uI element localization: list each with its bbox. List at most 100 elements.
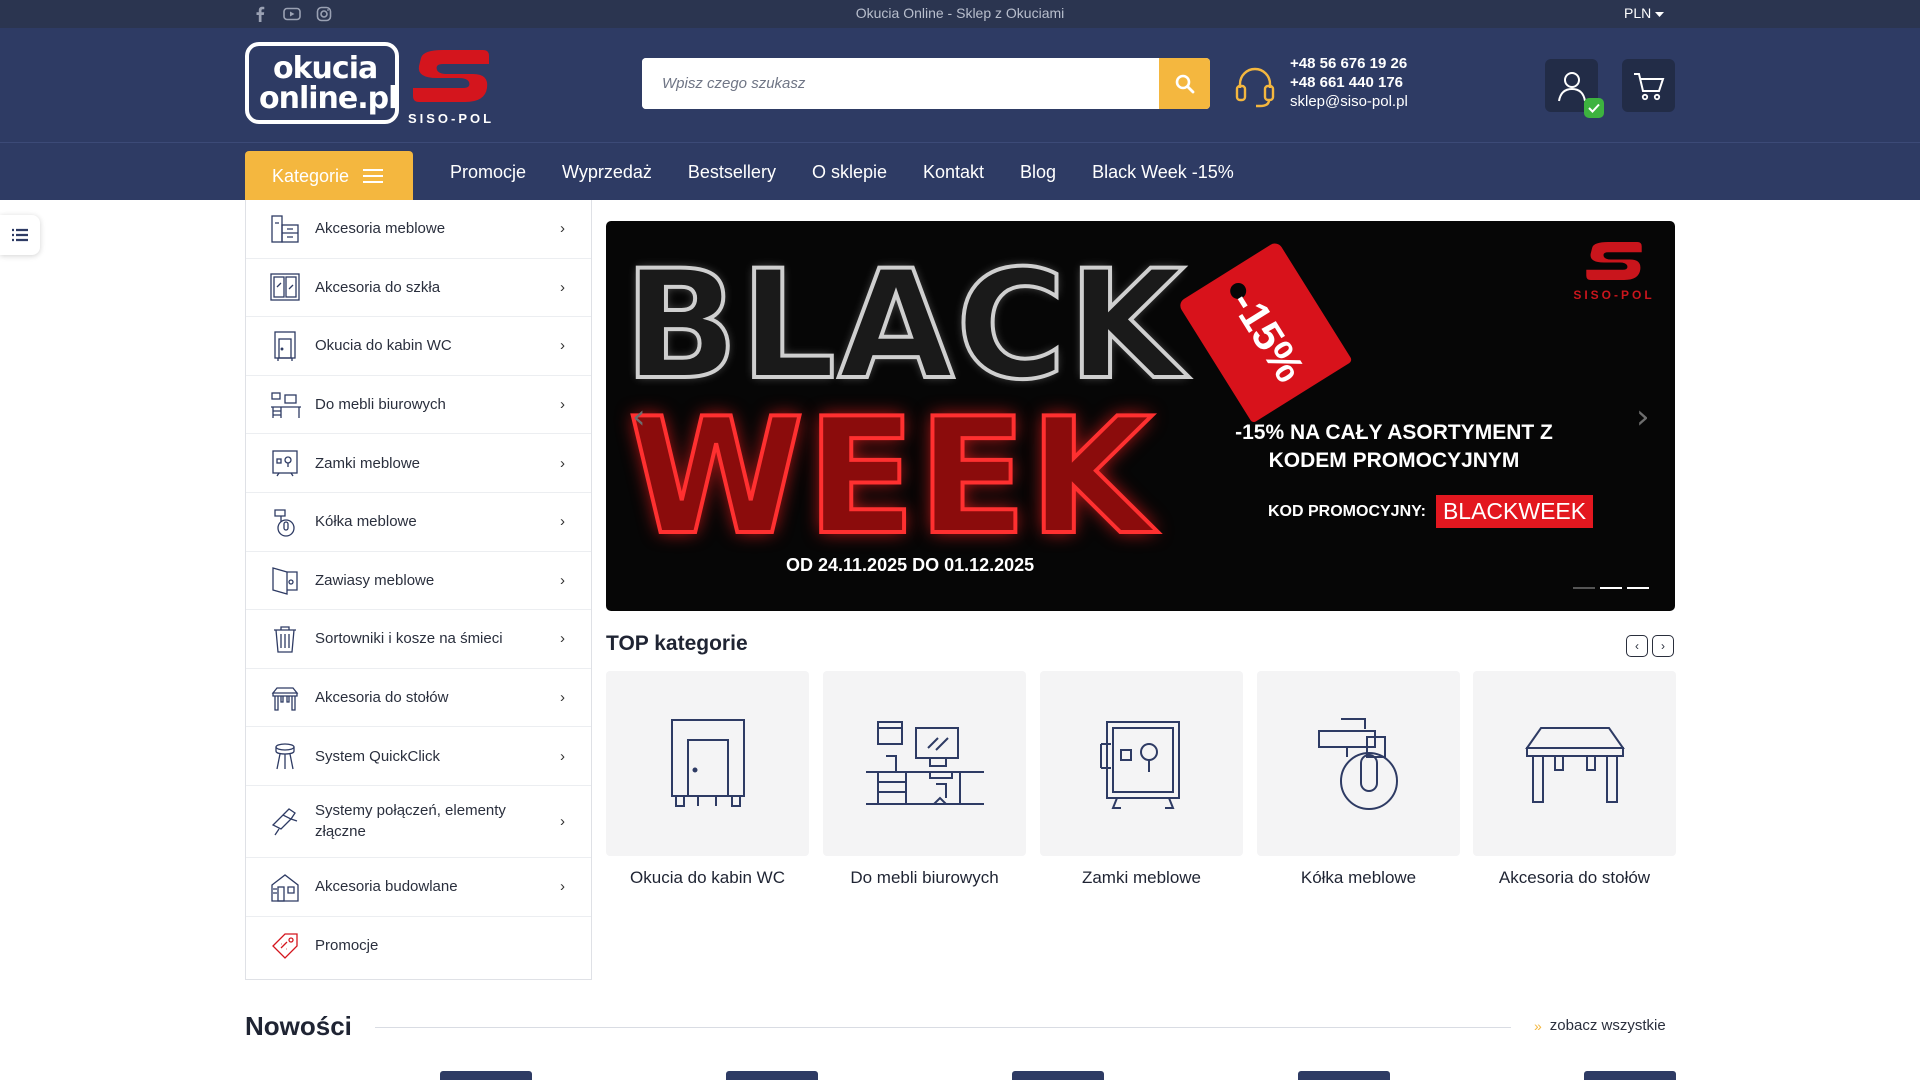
office-furniture-icon — [865, 720, 984, 805]
currency-selector[interactable]: PLN — [1624, 5, 1665, 21]
category-item-promocje[interactable]: Promocje — [246, 917, 591, 976]
carousel-next-button[interactable]: › — [1652, 635, 1674, 657]
discount-price-tag: -15% — [1177, 240, 1353, 424]
nav-link-promocje[interactable]: Promocje — [450, 162, 526, 183]
table-icon — [1524, 726, 1625, 803]
top-category-label[interactable]: Do mebli biurowych — [823, 868, 1026, 888]
categories-button[interactable]: Kategorie — [245, 151, 413, 201]
category-item-okucia-do-kabin-wc[interactable]: Okucia do kabin WC › — [246, 317, 591, 376]
chevron-right-icon: › — [560, 396, 565, 414]
siso-s-mark-icon — [1586, 242, 1642, 280]
headset-icon — [1234, 64, 1276, 115]
nav-link-o-sklepie[interactable]: O sklepie — [812, 162, 887, 183]
categories-button-label: Kategorie — [272, 165, 350, 186]
category-item-kolka-meblowe[interactable]: Kółka meblowe › — [246, 493, 591, 552]
banner-word-week: WEEK — [626, 381, 1156, 572]
account-button[interactable] — [1545, 59, 1604, 118]
see-all-link[interactable]: » zobacz wszystkie — [1534, 1017, 1666, 1034]
phone-number-2[interactable]: +48 661 440 176 — [1290, 73, 1408, 92]
email-link[interactable]: sklep@siso-pol.pl — [1290, 92, 1408, 111]
category-item-do-mebli-biurowych[interactable]: Do mebli biurowych › — [246, 376, 591, 435]
wc-cabin-icon — [670, 718, 745, 807]
search-box — [642, 58, 1210, 109]
side-panel-toggle[interactable] — [0, 215, 40, 255]
double-chevron-right-icon: » — [1534, 1017, 1542, 1034]
cart-icon — [1633, 72, 1664, 100]
top-categories-title: TOP kategorie — [606, 632, 748, 655]
nav-link-black-week[interactable]: Black Week -15% — [1092, 162, 1234, 183]
wc-cabin-icon — [268, 329, 302, 363]
slider-next-arrow-icon[interactable]: › — [1636, 397, 1650, 437]
product-card-top[interactable] — [726, 1071, 818, 1080]
logged-in-check-icon — [1584, 98, 1604, 118]
banner-headline: -15% NA CAŁY ASORTYMENT Z KODEM PROMOCYJ… — [1235, 421, 1553, 472]
category-item-akcesoria-do-stolow[interactable]: Akcesoria do stołów › — [246, 669, 591, 728]
category-item-akcesoria-budowlane[interactable]: Akcesoria budowlane › — [246, 858, 591, 917]
top-category-label[interactable]: Kółka meblowe — [1257, 868, 1460, 888]
chevron-right-icon: › — [560, 812, 565, 830]
top-category-card[interactable] — [823, 671, 1026, 856]
category-item-system-quickclick[interactable]: System QuickClick › — [246, 727, 591, 786]
nav-link-wyprzedaz[interactable]: Wyprzedaż — [562, 162, 652, 183]
banner-siso-pol-logo: SISO-POL — [1568, 239, 1660, 302]
building-icon — [268, 870, 302, 904]
banner-dates: OD 24.11.2025 DO 01.12.2025 — [786, 555, 1035, 575]
top-category-label[interactable]: Zamki meblowe — [1040, 868, 1243, 888]
cart-button[interactable] — [1622, 59, 1675, 112]
nav-link-kontakt[interactable]: Kontakt — [923, 162, 984, 183]
top-category-card[interactable] — [606, 671, 809, 856]
currency-label: PLN — [1624, 5, 1652, 21]
top-category-card[interactable] — [1257, 671, 1460, 856]
product-card-top[interactable] — [1584, 1071, 1676, 1080]
promo-code-value: BLACKWEEK — [1435, 495, 1594, 528]
chevron-right-icon: › — [560, 220, 565, 238]
chevron-right-icon: › — [560, 513, 565, 531]
phone-number-1[interactable]: +48 56 676 19 26 — [1290, 54, 1408, 73]
product-card-top[interactable] — [440, 1071, 532, 1080]
top-category-label[interactable]: Akcesoria do stołów — [1473, 868, 1676, 888]
promo-banner[interactable]: BLACK WEEK OD 24.11.2025 DO 01.12.2025 -… — [606, 221, 1675, 611]
category-item-zamki-meblowe[interactable]: Zamki meblowe › — [246, 434, 591, 493]
category-item-sortowniki[interactable]: Sortowniki i kosze na śmieci › — [246, 610, 591, 669]
furniture-lock-icon — [1099, 720, 1180, 809]
connector-icon — [268, 804, 302, 838]
slider-dot[interactable] — [1573, 587, 1595, 589]
category-item-zawiasy-meblowe[interactable]: Zawiasy meblowe › — [246, 552, 591, 611]
category-item-systemy-polaczen[interactable]: Systemy połączeń, elementy złączne › — [246, 786, 591, 858]
discount-percent: -15% — [1222, 281, 1314, 391]
siso-s-mark-icon — [413, 50, 489, 102]
main-navigation: Kategorie Promocje Wyprzedaż Bestsellery… — [0, 142, 1920, 201]
nav-link-blog[interactable]: Blog — [1020, 162, 1056, 183]
search-input[interactable] — [642, 58, 1160, 109]
promo-code-label: KOD PROMOCYJNY: — [1268, 502, 1426, 520]
category-sidebar: Akcesoria meblowe › Akcesoria do szkła ›… — [245, 200, 592, 980]
nav-links: Promocje Wyprzedaż Bestsellery O sklepie… — [450, 143, 1270, 201]
chevron-right-icon: › — [560, 747, 565, 765]
table-icon — [268, 681, 302, 715]
carousel-prev-button[interactable]: ‹ — [1626, 635, 1648, 657]
list-icon — [12, 228, 28, 242]
slider-prev-arrow-icon[interactable]: ‹ — [632, 397, 646, 437]
slider-dot[interactable] — [1627, 587, 1649, 589]
user-icon — [1557, 71, 1586, 101]
chevron-right-icon: › — [560, 878, 565, 896]
product-card-top[interactable] — [1012, 1071, 1104, 1080]
top-category-card[interactable] — [1473, 671, 1676, 856]
top-category-card[interactable] — [1040, 671, 1243, 856]
product-card-top[interactable] — [1298, 1071, 1390, 1080]
okucia-online-logo[interactable]: okucia online.pl — [245, 42, 399, 124]
slider-dot[interactable] — [1600, 587, 1622, 589]
category-item-akcesoria-meblowe[interactable]: Akcesoria meblowe › — [246, 200, 591, 259]
chevron-right-icon: › — [560, 454, 565, 472]
section-divider — [375, 1027, 1511, 1028]
top-bar: Okucia Online - Sklep z Okuciami PLN — [0, 0, 1920, 28]
new-products-title: Nowości — [245, 1011, 352, 1041]
category-item-akcesoria-do-szkla[interactable]: Akcesoria do szkła › — [246, 259, 591, 318]
nav-link-bestsellery[interactable]: Bestsellery — [688, 162, 776, 183]
bin-icon — [268, 622, 302, 656]
siso-pol-logo[interactable]: SISO-POL — [403, 48, 499, 128]
search-button[interactable] — [1159, 58, 1210, 109]
header: okucia online.pl SISO-POL +48 56 676 19 … — [0, 28, 1920, 142]
promo-tag-icon — [268, 929, 302, 963]
top-category-label[interactable]: Okucia do kabin WC — [606, 868, 809, 888]
